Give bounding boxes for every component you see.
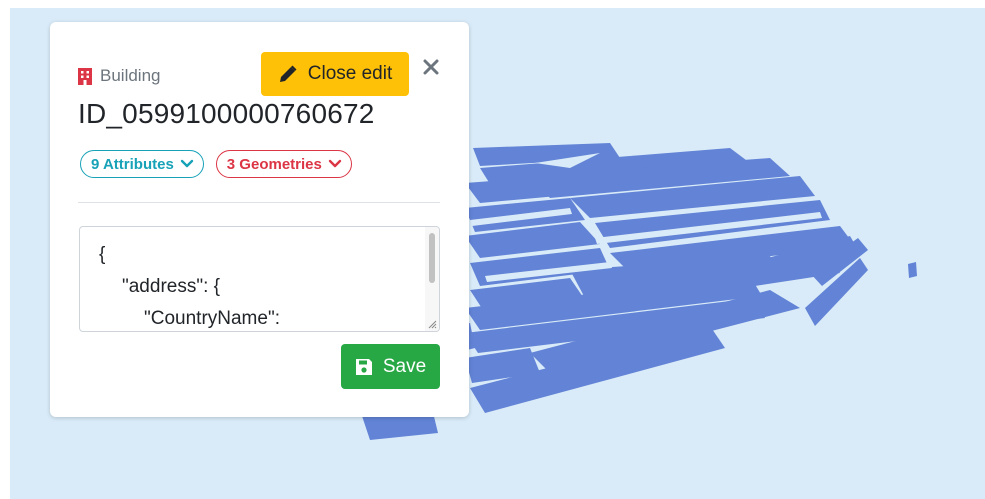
save-label: Save: [382, 355, 427, 377]
panel-divider: [78, 202, 440, 203]
close-icon: [423, 59, 439, 75]
geometries-badge[interactable]: 3 Geometries: [215, 150, 352, 178]
feature-id-title: ID_0599100000760672: [78, 98, 375, 129]
save-button[interactable]: Save: [341, 344, 440, 389]
close-panel-button[interactable]: [420, 56, 442, 78]
attributes-badge[interactable]: 9 Attributes: [80, 150, 204, 178]
floppy-disk-icon: [355, 358, 372, 375]
chevron-down-icon: [180, 159, 193, 168]
code-line: "CountryName":: [144, 308, 280, 329]
code-line: {: [99, 244, 106, 265]
building-icon: [78, 67, 92, 85]
editor-scrollbar[interactable]: [425, 227, 439, 331]
attributes-json-editor[interactable]: { "address": { "CountryName":: [79, 226, 440, 332]
feature-panel: Building ID_0599100000760672 Close edit …: [50, 22, 469, 417]
chevron-down-icon: [328, 159, 342, 168]
json-code[interactable]: { "address": { "CountryName":: [80, 227, 420, 331]
resize-grip-icon[interactable]: [427, 319, 437, 329]
feature-badges: 9 Attributes 3 Geometries: [80, 150, 352, 178]
pencil-icon: [279, 65, 297, 82]
close-edit-label: Close edit: [307, 63, 393, 84]
code-line: "address": {: [122, 276, 220, 297]
building-block: [908, 262, 917, 278]
map-viewport[interactable]: Building ID_0599100000760672 Close edit …: [10, 8, 985, 499]
attributes-badge-label: 9 Attributes: [91, 155, 174, 173]
feature-type: Building: [78, 66, 161, 86]
geometries-badge-label: 3 Geometries: [226, 155, 322, 173]
scrollbar-thumb[interactable]: [429, 233, 435, 283]
feature-type-label: Building: [100, 66, 161, 85]
close-edit-button[interactable]: Close edit: [261, 52, 409, 96]
